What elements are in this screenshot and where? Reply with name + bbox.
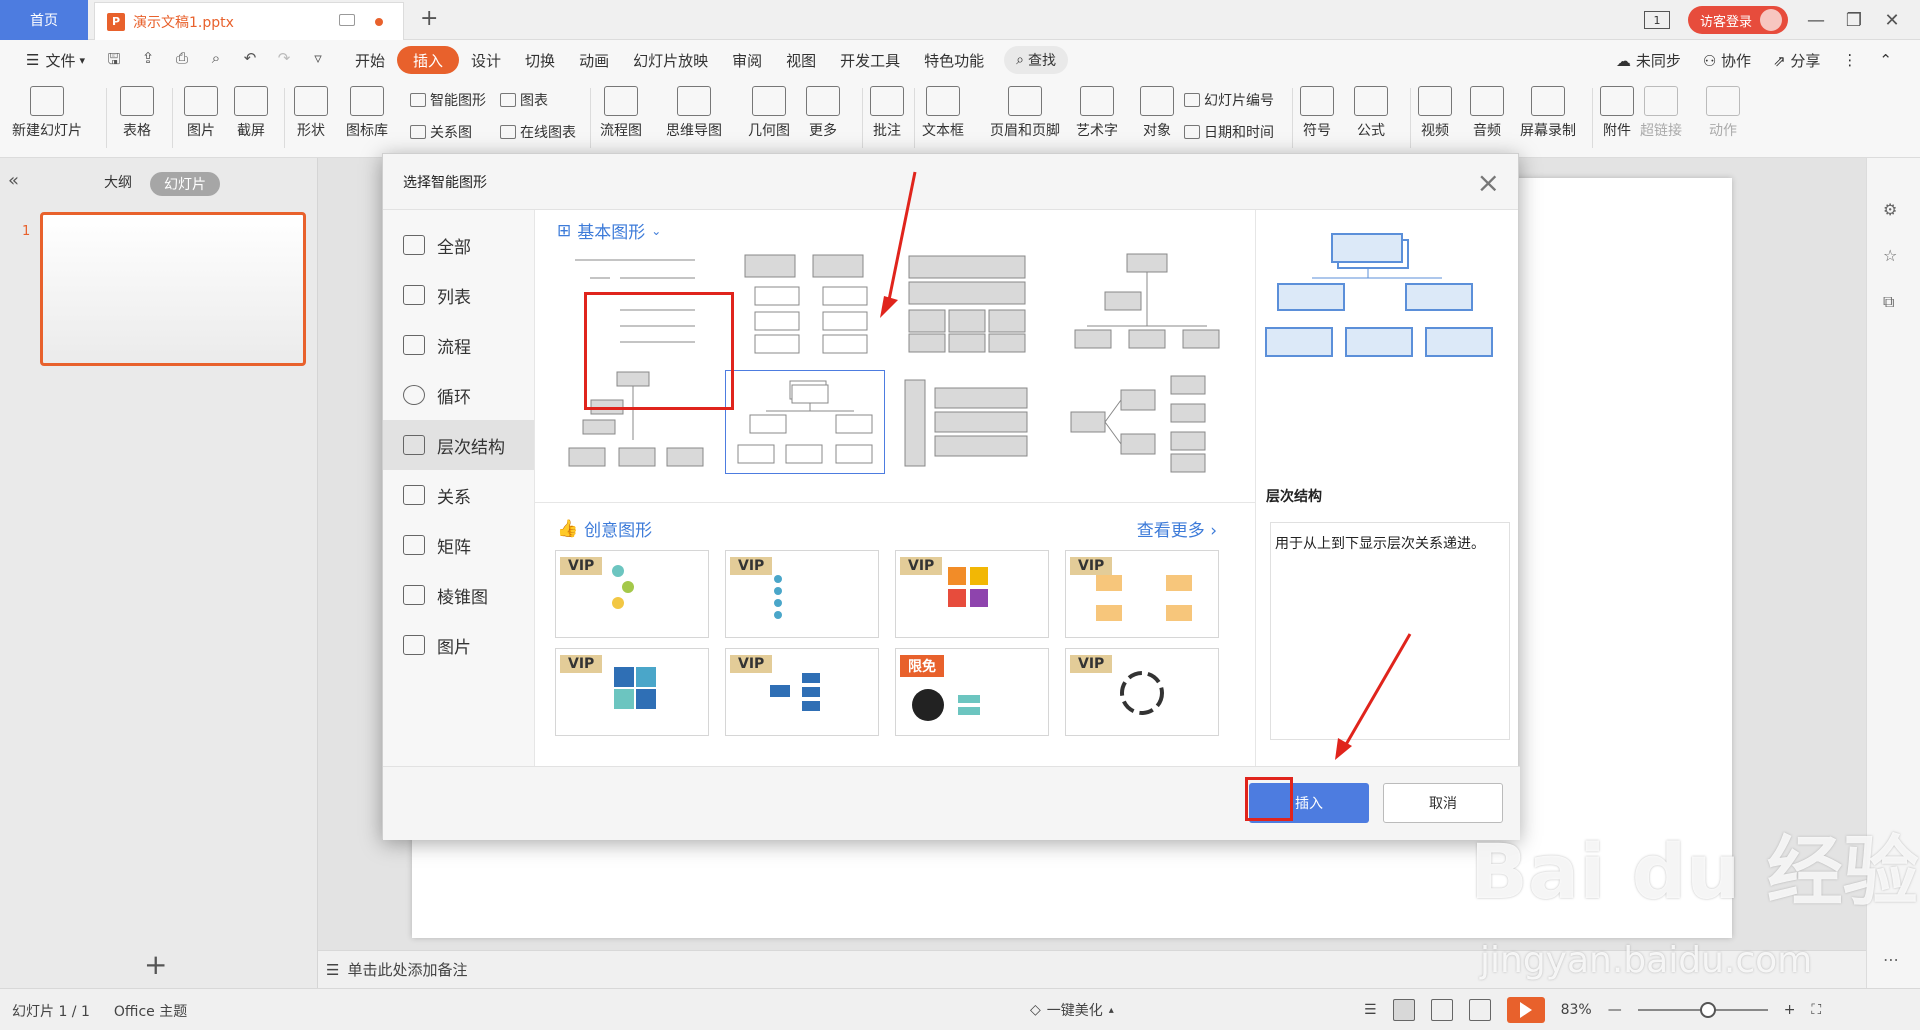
annotation-arrow-2 xyxy=(1342,633,1412,749)
annotation-arrowhead-1 xyxy=(880,296,898,318)
baidu-watermark: Bai du 经验 xyxy=(1470,827,1919,916)
annotation-arrow-1 xyxy=(886,171,917,306)
baidu-watermark-url: jingyan.baidu.com xyxy=(1480,940,1813,981)
